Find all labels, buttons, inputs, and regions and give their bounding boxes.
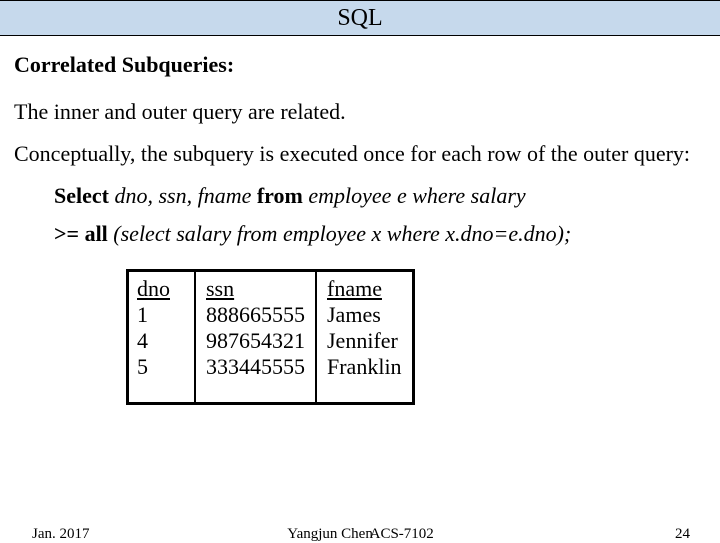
cell: Franklin: [316, 354, 413, 404]
footer-date: Jan. 2017: [32, 526, 90, 543]
cell: Jennifer: [316, 328, 413, 354]
footer-course: ACS-7102: [370, 526, 434, 543]
kw-op: >= all: [54, 221, 113, 246]
cell: 4: [128, 328, 196, 354]
slide: SQL Correlated Subqueries: The inner and…: [0, 0, 720, 540]
kw-select: Select: [54, 183, 114, 208]
col-header-ssn: ssn: [195, 270, 316, 302]
cell: 987654321: [195, 328, 316, 354]
content-area: Correlated Subqueries: The inner and out…: [0, 36, 720, 405]
footer-page: 24: [675, 526, 690, 543]
footer-author: Yangjun Chen: [287, 526, 373, 543]
col-header-fname: fname: [316, 270, 413, 302]
cell: 5: [128, 354, 196, 404]
table-row: 1 888665555 James: [128, 302, 414, 328]
table-clause: employee e where salary: [308, 183, 525, 208]
paragraph-2: Conceptually, the subquery is executed o…: [14, 140, 704, 168]
result-table: dno ssn fname 1 888665555 James 4 987654…: [126, 269, 415, 405]
col-header-dno: dno: [128, 270, 196, 302]
section-heading: Correlated Subqueries:: [14, 52, 704, 78]
query-line-2: >= all (select salary from employee x wh…: [54, 221, 704, 247]
cell: 1: [128, 302, 196, 328]
cell: 333445555: [195, 354, 316, 404]
cell: 888665555: [195, 302, 316, 328]
table-header-row: dno ssn fname: [128, 270, 414, 302]
cell: James: [316, 302, 413, 328]
table-row: 5 333445555 Franklin: [128, 354, 414, 404]
cols: dno, ssn, fname: [114, 183, 251, 208]
kw-from: from: [251, 183, 308, 208]
paragraph-1: The inner and outer query are related.: [14, 98, 704, 126]
table-row: 4 987654321 Jennifer: [128, 328, 414, 354]
result-table-wrap: dno ssn fname 1 888665555 James 4 987654…: [126, 269, 704, 405]
title-bar: SQL: [0, 0, 720, 36]
subquery: (select salary from employee x where x.d…: [113, 221, 571, 246]
slide-title: SQL: [337, 5, 382, 31]
query-line-1: Select dno, ssn, fname from employee e w…: [54, 181, 704, 211]
